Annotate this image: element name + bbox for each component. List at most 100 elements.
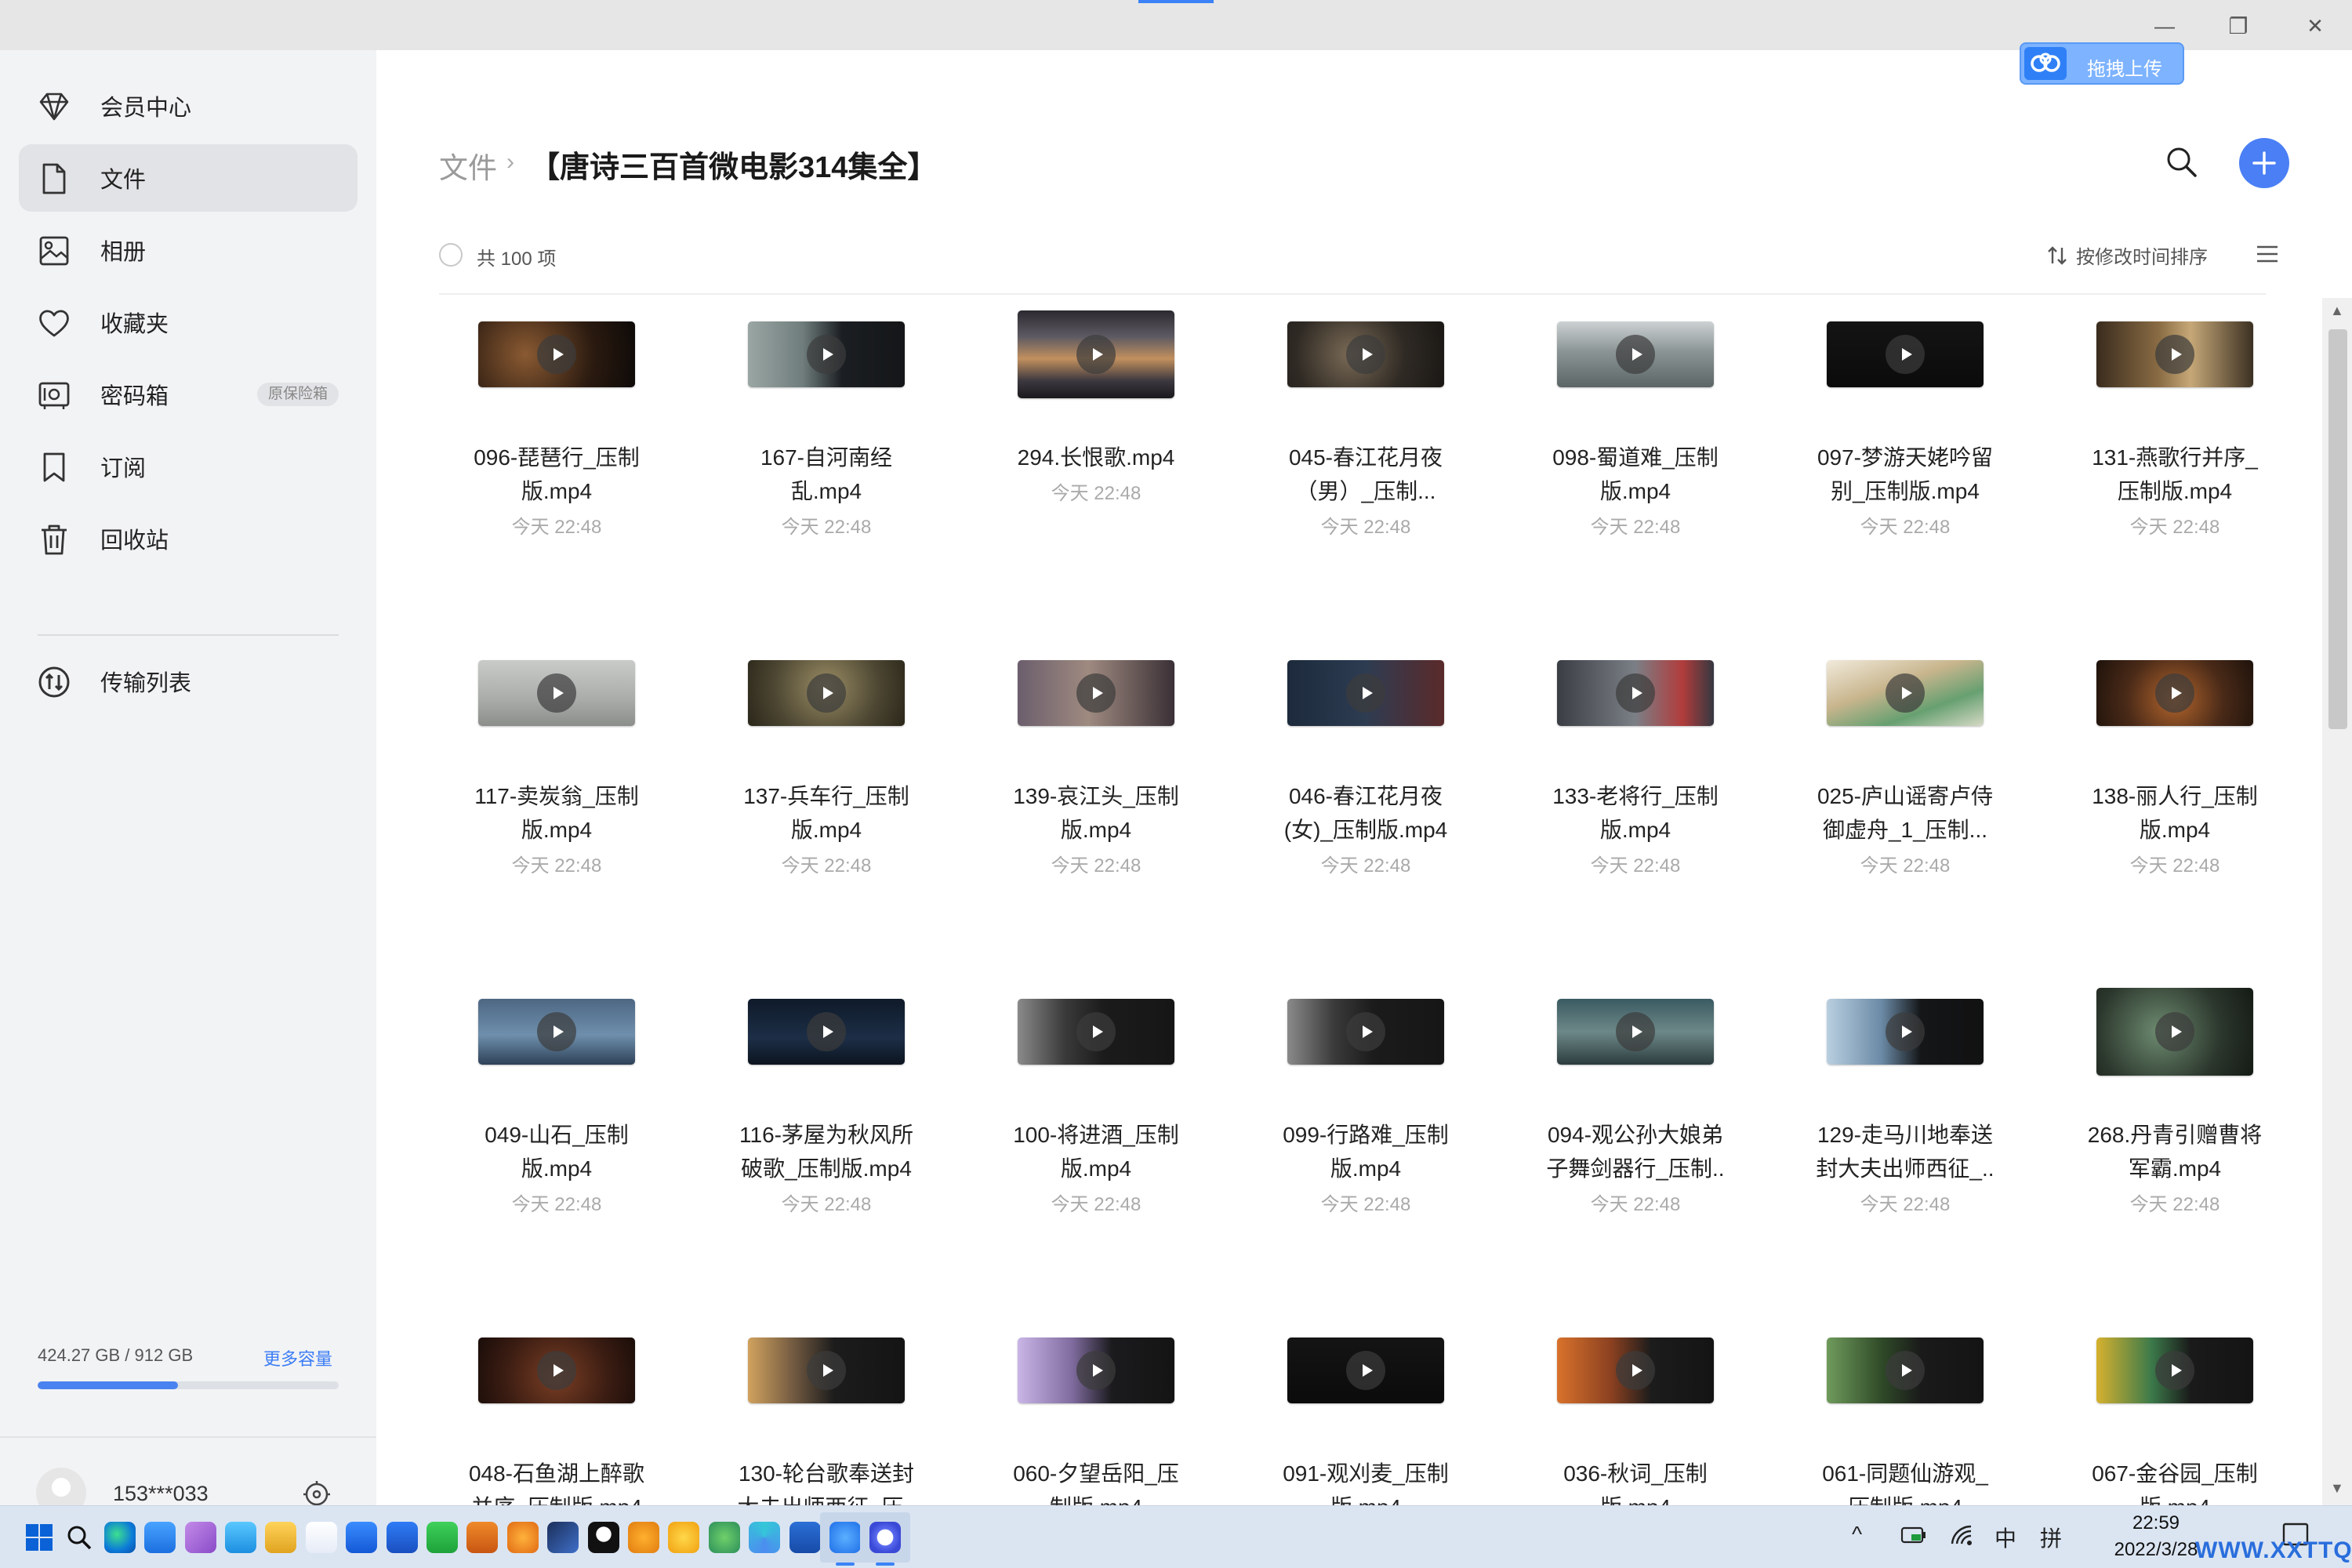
close-button[interactable]: ✕ xyxy=(2288,6,2343,45)
file-card[interactable]: 294.长恨歌.mp4 今天 22:48 xyxy=(963,298,1229,557)
breadcrumb-root[interactable]: 文件 xyxy=(439,144,497,187)
file-card[interactable]: 139-哀江头_压制 版.mp4 今天 22:48 xyxy=(963,637,1229,895)
video-thumbnail[interactable] xyxy=(1287,1338,1444,1403)
video-thumbnail[interactable] xyxy=(1018,999,1174,1065)
active-app-indicator xyxy=(876,1563,895,1566)
file-card[interactable]: 098-蜀道难_压制 版.mp4 今天 22:48 xyxy=(1502,298,1769,557)
sidebar-item-label: 会员中心 xyxy=(100,96,192,121)
search-icon[interactable] xyxy=(2164,144,2200,180)
video-thumbnail[interactable] xyxy=(2096,1338,2253,1403)
file-card[interactable]: 167-自河南经 乱.mp4 今天 22:48 xyxy=(693,298,960,557)
list-view-icon[interactable] xyxy=(2255,243,2280,265)
video-thumbnail[interactable] xyxy=(478,1338,635,1403)
sidebar-item-heart[interactable]: 收藏夹 xyxy=(19,289,358,356)
file-card[interactable]: 131-燕歌行并序_ 压制版.mp4 今天 22:48 xyxy=(2042,298,2308,557)
bookmark-icon xyxy=(38,451,71,484)
sidebar-item-bookmark[interactable]: 订阅 xyxy=(19,433,358,500)
more-storage-link[interactable]: 更多容量 xyxy=(263,1345,332,1370)
file-card[interactable]: 096-琵琶行_压制 版.mp4 今天 22:48 xyxy=(423,298,690,557)
file-card[interactable]: 130-轮台歌奉送封 大夫出师西征_压..今天 22:48 xyxy=(693,1314,960,1505)
video-thumbnail[interactable] xyxy=(1557,999,1714,1065)
file-grid: 096-琵琶行_压制 版.mp4 今天 22:48 167-自河南经 乱.mp4 今天… xyxy=(423,298,2321,1505)
video-thumbnail[interactable] xyxy=(1018,660,1174,726)
play-icon xyxy=(1076,335,1116,374)
drag-upload-label: 拖拽上传 xyxy=(2087,59,2162,80)
sidebar-item-file[interactable]: 文件 xyxy=(19,144,358,212)
video-thumbnail[interactable] xyxy=(1557,1338,1714,1403)
file-card[interactable]: 099-行路难_压制 版.mp4 今天 22:48 xyxy=(1232,975,1499,1234)
video-thumbnail[interactable] xyxy=(1287,660,1444,726)
sidebar-item-trash[interactable]: 回收站 xyxy=(19,505,358,572)
file-modified-time: 今天 22:48 xyxy=(1590,855,1681,877)
video-thumbnail[interactable] xyxy=(1827,1338,1984,1403)
file-card[interactable]: 268.丹青引赠曹将 军霸.mp4 今天 22:48 xyxy=(2042,975,2308,1234)
sort-button[interactable]: 按修改时间排序 xyxy=(2046,241,2208,269)
video-thumbnail[interactable] xyxy=(1018,310,1174,398)
video-thumbnail[interactable] xyxy=(478,999,635,1065)
file-name: 130-轮台歌奉送封 大夫出师西征_压.. xyxy=(737,1461,915,1505)
sidebar-item-diamond[interactable]: 会员中心 xyxy=(19,72,358,140)
clock-time[interactable]: 22:59 xyxy=(2109,1512,2203,1534)
file-card[interactable]: 100-将进酒_压制 版.mp4 今天 22:48 xyxy=(963,975,1229,1234)
video-thumbnail[interactable] xyxy=(1827,999,1984,1065)
file-card[interactable]: 137-兵车行_压制 版.mp4 今天 22:48 xyxy=(693,637,960,895)
video-thumbnail[interactable] xyxy=(748,321,905,387)
file-card[interactable]: 049-山石_压制 版.mp4 今天 22:48 xyxy=(423,975,690,1234)
file-card[interactable]: 117-卖炭翁_压制 版.mp4 今天 22:48 xyxy=(423,637,690,895)
file-name: 099-行路难_压制 版.mp4 xyxy=(1283,1123,1449,1181)
file-card[interactable]: 133-老将行_压制 版.mp4 今天 22:48 xyxy=(1502,637,1769,895)
file-card[interactable]: 046-春江花月夜 (女)_压制版.mp4 今天 22:48 xyxy=(1232,637,1499,895)
drag-upload-button[interactable]: 拖拽上传 xyxy=(2020,42,2184,85)
scrollbar-thumb[interactable] xyxy=(2328,329,2347,729)
trash-icon xyxy=(38,523,71,556)
file-card[interactable]: 048-石鱼湖上醉歌 并序_压制版.mp4今天 22:48 xyxy=(423,1314,690,1505)
file-card[interactable]: 116-茅屋为秋风所 破歌_压制版.mp4 今天 22:48 xyxy=(693,975,960,1234)
video-thumbnail[interactable] xyxy=(478,660,635,726)
file-modified-time: 今天 22:48 xyxy=(1051,483,1142,504)
restore-button[interactable]: ❐ xyxy=(2211,6,2266,45)
video-thumbnail[interactable] xyxy=(1827,660,1984,726)
file-modified-time: 今天 22:48 xyxy=(1590,1194,1681,1215)
file-card[interactable]: 094-观公孙大娘弟 子舞剑器行_压制.. 今天 22:48 xyxy=(1502,975,1769,1234)
video-thumbnail[interactable] xyxy=(748,1338,905,1403)
play-icon xyxy=(807,1012,846,1051)
file-card[interactable]: 060-夕望岳阳_压 制版.mp4今天 22:48 xyxy=(963,1314,1229,1505)
video-thumbnail[interactable] xyxy=(1557,660,1714,726)
file-card[interactable]: 025-庐山谣寄卢侍 御虚舟_1_压制... 今天 22:48 xyxy=(1772,637,2038,895)
file-card[interactable]: 097-梦游天姥吟留 别_压制版.mp4 今天 22:48 xyxy=(1772,298,2038,557)
file-card[interactable]: 061-同题仙游观_ 压制版.mp4今天 22:48 xyxy=(1772,1314,2038,1505)
video-thumbnail[interactable] xyxy=(748,999,905,1065)
sidebar-item-safe-box[interactable]: 密码箱 原保险箱 xyxy=(19,361,358,428)
video-thumbnail[interactable] xyxy=(1827,321,1984,387)
file-card[interactable]: 129-走马川地奉送 封大夫出师西征_.. 今天 22:48 xyxy=(1772,975,2038,1234)
select-all-checkbox[interactable] xyxy=(439,243,463,267)
battery-icon[interactable] xyxy=(1900,1523,1927,1552)
file-card[interactable]: 036-秋词_压制 版.mp4今天 22:48 xyxy=(1502,1314,1769,1505)
file-name: 268.丹青引赠曹将 军霸.mp4 xyxy=(2087,1123,2263,1181)
wifi-icon[interactable] xyxy=(1949,1523,1977,1552)
video-thumbnail[interactable] xyxy=(2096,660,2253,726)
video-thumbnail[interactable] xyxy=(748,660,905,726)
video-thumbnail[interactable] xyxy=(1287,321,1444,387)
video-thumbnail[interactable] xyxy=(1557,321,1714,387)
file-card[interactable]: 138-丽人行_压制 版.mp4 今天 22:48 xyxy=(2042,637,2308,895)
video-thumbnail[interactable] xyxy=(2096,988,2253,1076)
ring-app-icon[interactable] xyxy=(860,1512,911,1566)
ime-language-indicator[interactable]: 中 xyxy=(1994,1522,2016,1553)
minimize-button[interactable]: — xyxy=(2137,6,2192,45)
sidebar-item-transfer[interactable]: 传输列表 xyxy=(19,648,358,715)
video-thumbnail[interactable] xyxy=(1018,1338,1174,1403)
sidebar-item-photo-album[interactable]: 相册 xyxy=(19,216,358,284)
file-card[interactable]: 091-观刈麦_压制 版.mp4今天 22:48 xyxy=(1232,1314,1499,1505)
scroll-down-arrow[interactable]: ▼ xyxy=(2330,1480,2344,1497)
file-card[interactable]: 045-春江花月夜 （男）_压制... 今天 22:48 xyxy=(1232,298,1499,557)
video-thumbnail[interactable] xyxy=(2096,321,2253,387)
scroll-up-arrow[interactable]: ▲ xyxy=(2330,303,2344,319)
file-card[interactable]: 067-金谷园_压制 版.mp4今天 22:48 xyxy=(2042,1314,2308,1505)
ime-mode-indicator[interactable]: 拼 xyxy=(2040,1522,2062,1553)
play-icon xyxy=(537,1351,576,1390)
video-thumbnail[interactable] xyxy=(478,321,635,387)
add-button[interactable] xyxy=(2239,138,2289,188)
video-thumbnail[interactable] xyxy=(1287,999,1444,1065)
tray-overflow-chevron[interactable]: ^ xyxy=(1852,1522,1862,1547)
